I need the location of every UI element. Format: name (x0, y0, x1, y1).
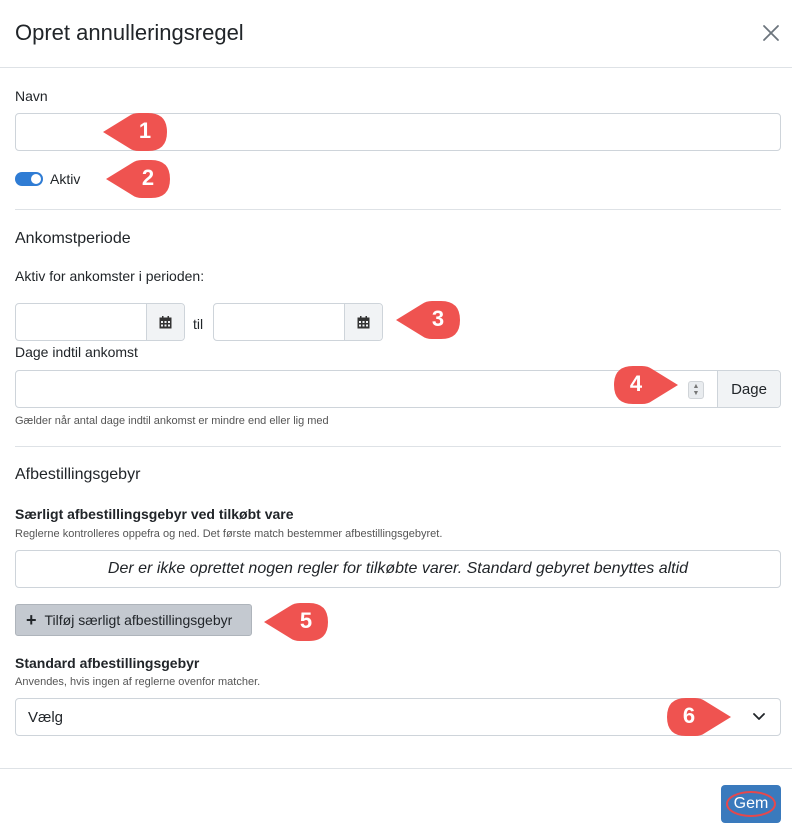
marker-number: 3 (431, 306, 445, 331)
footer-divider (0, 768, 792, 769)
active-toggle[interactable] (15, 172, 43, 186)
annotation-marker-6: 6 (667, 698, 731, 736)
modal-title: Opret annulleringsregel (15, 20, 244, 45)
active-label: Aktiv (50, 171, 81, 187)
period-label: Aktiv for ankomster i perioden: (15, 268, 205, 284)
annotation-marker-1: 1 (103, 113, 167, 151)
from-date-input[interactable] (16, 304, 147, 340)
divider (15, 446, 781, 447)
add-special-fee-label: Tilføj særligt afbestillingsgebyr (44, 612, 233, 628)
arrival-period-title: Ankomstperiode (15, 230, 131, 247)
empty-rules-message: Der er ikke oprettet nogen regler for ti… (15, 550, 781, 588)
name-label: Navn (15, 88, 48, 104)
marker-number: 4 (629, 371, 643, 396)
number-spinner[interactable]: ▲ ▼ (688, 381, 704, 399)
days-addon: Dage (717, 371, 780, 407)
marker-number: 5 (299, 608, 313, 633)
special-fee-title: Særligt afbestillingsgebyr ved tilkøbt v… (15, 506, 294, 522)
calendar-icon (357, 315, 370, 328)
toggle-knob (31, 174, 41, 184)
marker-number: 1 (138, 118, 152, 143)
marker-number: 6 (682, 703, 696, 728)
save-label: Gem (733, 795, 769, 812)
days-help: Gælder når antal dage indtil ankomst er … (15, 415, 329, 427)
annotation-marker-3: 3 (396, 301, 460, 339)
days-input[interactable] (16, 371, 681, 407)
divider (15, 209, 781, 210)
cancellation-fee-title: Afbestillingsgebyr (15, 466, 141, 483)
annotation-marker-5: 5 (264, 603, 328, 641)
to-date-wrapper (214, 304, 345, 340)
to-date-group (213, 303, 383, 341)
chevron-down-icon (753, 713, 765, 720)
annotation-marker-4: 4 (614, 366, 678, 404)
period-separator: til (193, 316, 204, 332)
plus-icon: + (26, 610, 37, 630)
standard-fee-help: Anvendes, hvis ingen af reglerne ovenfor… (15, 676, 261, 688)
from-calendar-button[interactable] (146, 304, 184, 340)
days-label: Dage indtil ankomst (15, 344, 138, 360)
standard-fee-title: Standard afbestillingsgebyr (15, 655, 200, 671)
from-date-group (15, 303, 185, 341)
modal-header: Opret annulleringsregel (0, 0, 792, 68)
special-fee-help: Reglerne kontrolleres oppefra og ned. De… (15, 528, 443, 540)
to-calendar-button[interactable] (344, 304, 382, 340)
annotation-marker-2: 2 (106, 160, 170, 198)
to-date-input[interactable] (214, 304, 345, 340)
close-icon[interactable] (760, 22, 782, 44)
marker-number: 2 (141, 165, 155, 190)
from-date-wrapper (16, 304, 147, 340)
save-button[interactable]: Gem (721, 785, 781, 823)
calendar-icon (159, 315, 172, 328)
select-value: Vælg (28, 709, 64, 726)
add-special-fee-button[interactable]: + Tilføj særligt afbestillingsgebyr (15, 604, 252, 636)
